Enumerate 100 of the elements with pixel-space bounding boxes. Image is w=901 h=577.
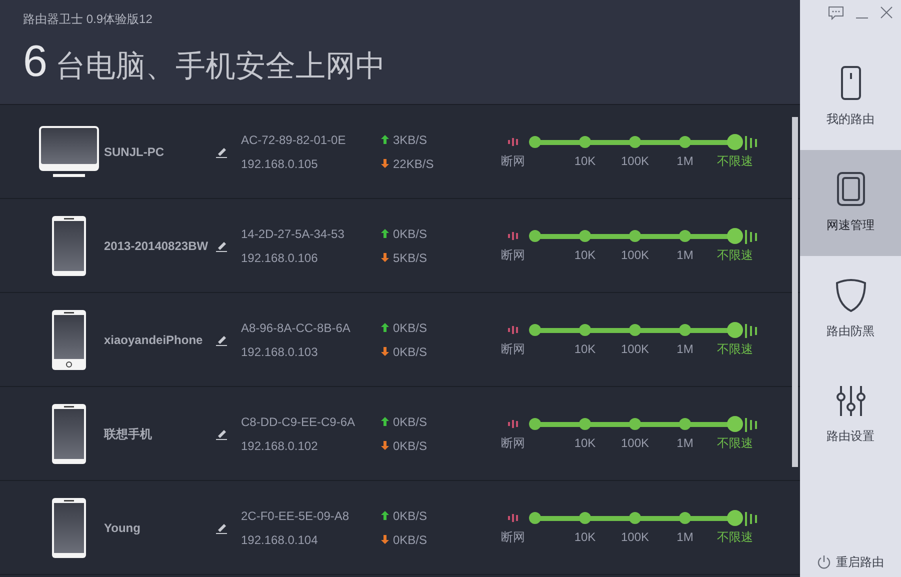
speed-label: 10K <box>574 528 596 546</box>
speed-label: 100K <box>620 246 650 264</box>
down-arrow-icon <box>381 347 389 356</box>
signal-low-icon <box>508 326 518 334</box>
speed-label: 断网 <box>501 434 525 452</box>
ip-address: 192.168.0.105 <box>241 156 319 172</box>
phone-icon <box>51 402 87 464</box>
nav-item[interactable]: 网速管理 <box>800 150 901 256</box>
speed-label: 1M <box>676 340 694 358</box>
upload-speed: 0KB/S <box>393 414 428 430</box>
mac-address: 14-2D-27-5A-34-53 <box>241 226 346 242</box>
nav-item[interactable]: 路由设置 <box>800 362 901 468</box>
signal-low-icon <box>508 420 518 428</box>
scrollbar[interactable] <box>792 117 798 467</box>
edit-icon[interactable] <box>216 522 227 534</box>
phone-icon <box>51 308 87 370</box>
signal-full-icon <box>745 512 757 526</box>
ip-address: 192.168.0.103 <box>241 344 319 360</box>
speed-slider[interactable] <box>527 416 743 432</box>
speed-label: 断网 <box>501 340 525 358</box>
speed-label: 1M <box>676 152 694 170</box>
up-arrow-icon <box>381 511 389 520</box>
up-arrow-icon <box>381 417 389 426</box>
upload-speed: 0KB/S <box>393 508 428 524</box>
device-name: SUNJL-PC <box>104 144 166 160</box>
speed-label: 不限速 <box>717 434 753 452</box>
device-name: 联想手机 <box>104 426 153 442</box>
speed-slider[interactable] <box>527 228 743 244</box>
speed-slider[interactable] <box>527 134 743 150</box>
speed-label: 100K <box>620 340 650 358</box>
speed-label: 10K <box>574 246 596 264</box>
speed-label: 不限速 <box>717 528 753 546</box>
mac-address: C8-DD-C9-EE-C9-6A <box>241 414 356 430</box>
upload-speed: 0KB/S <box>393 320 428 336</box>
signal-full-icon <box>745 324 757 338</box>
mac-address: AC-72-89-82-01-0E <box>241 132 347 148</box>
edit-icon[interactable] <box>216 334 227 346</box>
speed-label: 1M <box>676 528 694 546</box>
edit-icon[interactable] <box>216 146 227 158</box>
signal-full-icon <box>745 418 757 432</box>
signal-low-icon <box>508 232 518 240</box>
phone-icon <box>51 496 87 558</box>
up-arrow-icon <box>381 229 389 238</box>
device-count: 6 <box>23 40 48 84</box>
phone-icon <box>51 214 87 276</box>
upload-speed: 0KB/S <box>393 226 428 242</box>
slider-thumb[interactable] <box>727 228 743 244</box>
signal-full-icon <box>745 230 757 244</box>
headline-text: 台电脑、手机安全上网中 <box>55 52 386 82</box>
device-name: 2013-20140823BW <box>104 238 210 254</box>
ip-address: 192.168.0.104 <box>241 532 319 548</box>
device-name: Young <box>104 520 142 536</box>
monitor-icon <box>38 124 100 178</box>
speed-label: 不限速 <box>717 152 753 170</box>
down-arrow-icon <box>381 159 389 168</box>
down-arrow-icon <box>381 441 389 450</box>
power-icon <box>817 555 831 569</box>
slider-thumb[interactable] <box>727 510 743 526</box>
speed-label: 1M <box>676 434 694 452</box>
speed-label: 不限速 <box>717 246 753 264</box>
ip-address: 192.168.0.106 <box>241 250 319 266</box>
speed-label: 10K <box>574 434 596 452</box>
up-arrow-icon <box>381 135 389 144</box>
signal-low-icon <box>508 138 518 146</box>
download-speed: 0KB/S <box>393 438 428 454</box>
restart-button[interactable]: 重启路由 <box>800 547 901 577</box>
device-name: xiaoyandeiPhone <box>104 332 204 348</box>
nav-item[interactable]: 我的路由 <box>800 44 901 150</box>
signal-low-icon <box>508 514 518 522</box>
sliders-icon <box>836 385 866 417</box>
speed-label: 断网 <box>501 152 525 170</box>
edit-icon[interactable] <box>216 428 227 440</box>
down-arrow-icon <box>381 253 389 262</box>
speed-label: 10K <box>574 152 596 170</box>
mac-address: 2C-F0-EE-5E-09-A8 <box>241 508 350 524</box>
download-speed: 0KB/S <box>393 344 428 360</box>
speed-label: 100K <box>620 528 650 546</box>
slider-thumb[interactable] <box>727 322 743 338</box>
nav-item[interactable]: 路由防黑 <box>800 256 901 362</box>
mac-address: A8-96-8A-CC-8B-6A <box>241 320 352 336</box>
upload-speed: 3KB/S <box>393 132 428 148</box>
speed-slider[interactable] <box>527 322 743 338</box>
up-arrow-icon <box>381 323 389 332</box>
slider-thumb[interactable] <box>727 416 743 432</box>
speed-label: 100K <box>620 152 650 170</box>
slider-thumb[interactable] <box>727 134 743 150</box>
chat-icon[interactable] <box>828 6 844 20</box>
speed-label: 10K <box>574 340 596 358</box>
down-arrow-icon <box>381 535 389 544</box>
close-icon[interactable] <box>880 6 893 19</box>
speed-label: 断网 <box>501 246 525 264</box>
signal-full-icon <box>745 136 757 150</box>
tablet-icon <box>836 172 864 206</box>
download-speed: 22KB/S <box>393 156 434 172</box>
speed-label: 1M <box>676 246 694 264</box>
ip-address: 192.168.0.102 <box>241 438 319 454</box>
device-icon <box>840 66 860 100</box>
edit-icon[interactable] <box>216 240 227 252</box>
speed-label: 不限速 <box>717 340 753 358</box>
speed-slider[interactable] <box>527 510 743 526</box>
